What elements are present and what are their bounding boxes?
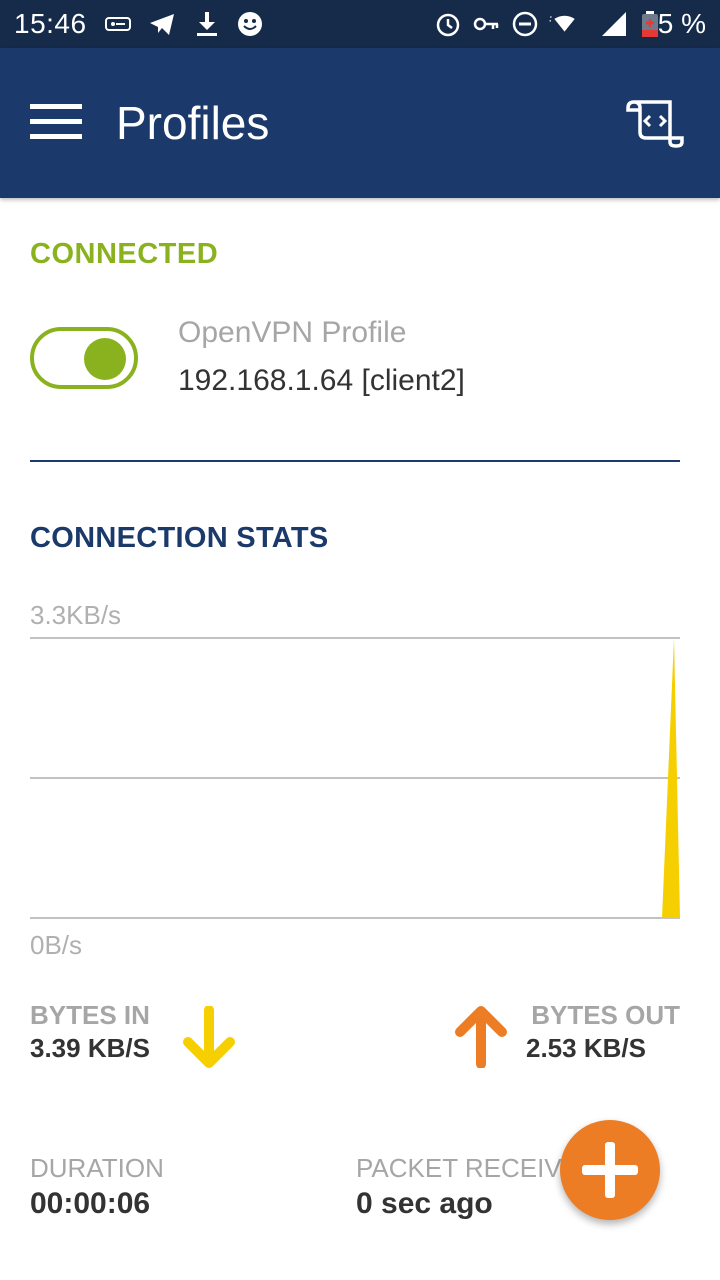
plus-icon <box>582 1142 638 1198</box>
packet-received-label: PACKET RECEIVED <box>356 1153 576 1183</box>
add-profile-button[interactable] <box>560 1120 660 1220</box>
hamburger-menu-icon[interactable] <box>30 102 82 142</box>
arrow-down-icon <box>183 1006 235 1068</box>
chart-min-label: 0B/s <box>30 930 83 960</box>
battery-percentage: 5 % <box>657 8 706 39</box>
chart-max-label: 3.3KB/s <box>30 600 122 630</box>
status-bar: 15:46 5 % <box>0 0 720 48</box>
do-not-disturb-icon <box>512 11 538 37</box>
key-icon <box>473 17 499 31</box>
signal-icon <box>602 12 626 36</box>
vpn-key-box-icon <box>105 17 131 31</box>
wifi-icon <box>549 15 575 32</box>
packet-received-value: 0 sec ago <box>356 1187 493 1220</box>
connection-toggle[interactable] <box>30 327 138 389</box>
section-divider <box>30 460 680 462</box>
toggle-knob <box>84 338 126 380</box>
face-icon <box>238 12 262 36</box>
download-icon <box>197 12 217 36</box>
page-title: Profiles <box>116 97 270 149</box>
bytes-out-label: BYTES OUT <box>531 1000 680 1030</box>
bytes-in-value: 3.39 KB/S <box>30 1033 150 1063</box>
connected-section-title: CONNECTED <box>30 238 219 270</box>
status-time: 15:46 <box>14 8 87 39</box>
arrow-up-icon <box>455 1006 507 1068</box>
duration-label: DURATION <box>30 1153 164 1183</box>
profile-name[interactable]: OpenVPN Profile <box>178 316 406 350</box>
bytes-out-value: 2.53 KB/S <box>526 1033 646 1063</box>
connection-stats-title: CONNECTION STATS <box>30 522 329 554</box>
import-profile-icon[interactable] <box>626 98 684 148</box>
profile-server[interactable]: 192.168.1.64 [client2] <box>178 364 465 398</box>
traffic-chart <box>30 637 680 919</box>
app-bar: Profiles <box>0 48 720 198</box>
telegram-icon <box>150 14 174 35</box>
duration-value: 00:00:06 <box>30 1187 151 1220</box>
alarm-icon <box>436 13 460 37</box>
bytes-in-label: BYTES IN <box>30 1000 150 1030</box>
